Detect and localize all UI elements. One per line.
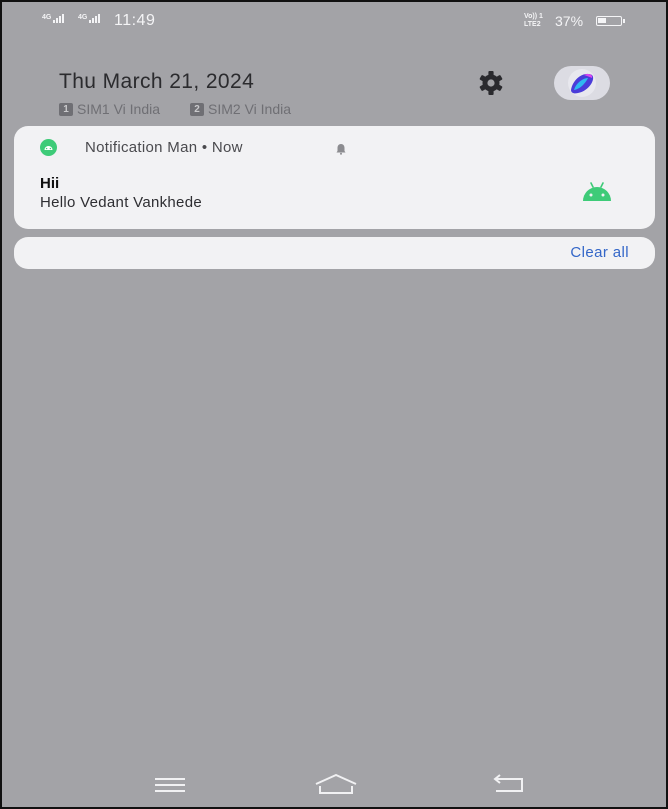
android-icon xyxy=(40,139,57,156)
battery-percent: 37% xyxy=(555,13,584,29)
sim1-label: SIM1 Vi India xyxy=(77,101,161,117)
notification-app-line: Notification Man • Now xyxy=(85,139,243,156)
sim1-signal-icon: 4G xyxy=(42,14,65,23)
android-icon xyxy=(580,181,614,203)
navigation-bar xyxy=(2,766,666,806)
sim1-info: 1 SIM1 Vi India xyxy=(59,101,160,117)
battery-icon xyxy=(596,16,625,26)
clock: 11:49 xyxy=(114,12,156,29)
sim-info: 1 SIM1 Vi India 2 SIM2 Vi India xyxy=(59,101,291,117)
notification-shade: 4G 4G 11:49 Vo)) 1 LTE2 37% Thu March 21… xyxy=(0,0,668,809)
notification-text: Hello Vedant Vankhede xyxy=(40,194,202,211)
menu-icon[interactable] xyxy=(150,772,190,798)
sim1-network-type: 4G xyxy=(42,14,52,21)
sim2-info: 2 SIM2 Vi India xyxy=(190,101,291,117)
theme-avatar-icon[interactable] xyxy=(554,66,610,100)
status-bar: 4G 4G 11:49 Vo)) 1 LTE2 37% xyxy=(2,2,666,40)
notification-title: Hii xyxy=(40,175,60,192)
notification-card[interactable]: Notification Man • Now Hii Hello Vedant … xyxy=(14,126,655,229)
volte-bottom: LTE2 xyxy=(524,21,541,28)
home-icon[interactable] xyxy=(314,772,357,798)
bell-icon xyxy=(335,142,347,155)
sim2-network-type: 4G xyxy=(78,14,88,21)
clear-all-button[interactable]: Clear all xyxy=(570,244,629,261)
gear-icon[interactable] xyxy=(472,69,510,99)
sim2-label: SIM2 Vi India xyxy=(208,101,292,117)
back-icon[interactable] xyxy=(488,772,528,798)
sim1-badge: 1 xyxy=(59,102,73,116)
volte-indicator: Vo)) 1 LTE2 xyxy=(524,13,543,29)
date-label: Thu March 21, 2024 xyxy=(59,70,255,93)
sim2-badge: 2 xyxy=(190,102,205,116)
volte-top: Vo)) 1 xyxy=(524,13,543,20)
clear-all-bar: Clear all xyxy=(14,237,655,269)
sim2-signal-icon: 4G xyxy=(78,14,101,23)
